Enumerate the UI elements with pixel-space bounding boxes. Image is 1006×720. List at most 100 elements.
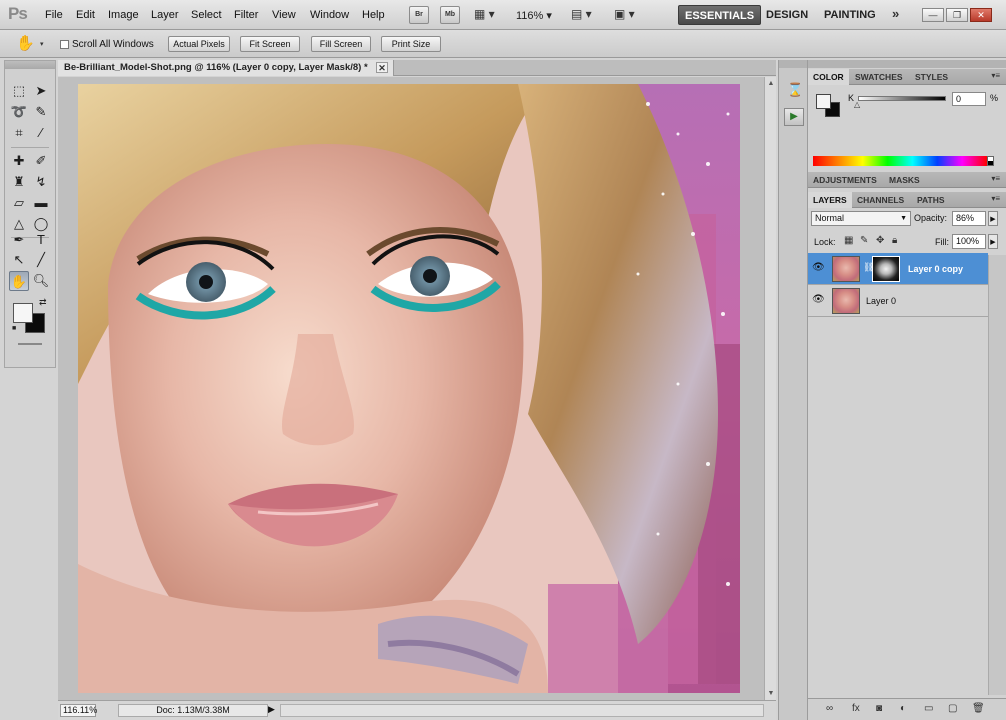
layer-row[interactable]: 👁︎ Layer 0 (808, 285, 988, 317)
tab-paths[interactable]: PATHS (912, 192, 950, 208)
add-mask-icon[interactable]: ◙ (876, 703, 882, 714)
panel-menu-icon[interactable]: ▾≡ (991, 71, 1000, 80)
menu-view[interactable]: View (272, 9, 296, 21)
actual-pixels-button[interactable]: Actual Pixels (168, 36, 230, 52)
delete-layer-icon[interactable]: 🗑︎ (972, 703, 985, 714)
menu-image[interactable]: Image (108, 9, 139, 21)
history-brush-tool-icon[interactable]: ↯ (31, 172, 51, 192)
gradient-tool-icon[interactable]: ▬ (31, 193, 51, 213)
type-tool-icon[interactable]: T (31, 230, 51, 250)
layer-thumbnail[interactable] (832, 288, 860, 314)
close-window-button[interactable]: ✕ (970, 8, 992, 22)
layer-row[interactable]: 👁︎ ⛓ Layer 0 copy (808, 253, 988, 285)
document-tab[interactable]: Be-Brilliant_Model-Shot.png @ 116% (Laye… (58, 60, 394, 76)
layer-thumbnail[interactable] (832, 256, 860, 282)
new-group-icon[interactable]: ▭ (924, 703, 933, 714)
fill-screen-button[interactable]: Fill Screen (311, 36, 371, 52)
quick-selection-tool-icon[interactable]: ✎ (31, 102, 51, 122)
tab-color[interactable]: COLOR (808, 69, 849, 85)
layers-scrollbar[interactable] (988, 255, 1006, 695)
menu-window[interactable]: Window (310, 9, 349, 21)
clone-stamp-tool-icon[interactable]: ♜ (9, 172, 29, 192)
document-image[interactable] (78, 84, 740, 693)
panel-menu-icon[interactable]: ▾≡ (991, 174, 1000, 183)
arrange-documents-icon[interactable]: ▤ ▾ (571, 7, 592, 21)
new-layer-icon[interactable]: ▢ (948, 703, 957, 714)
strip-grip[interactable] (779, 60, 807, 68)
k-slider-thumb-icon[interactable]: △ (854, 100, 860, 109)
blend-mode-select[interactable]: Normal ▼ (811, 211, 911, 226)
color-spectrum-bar[interactable] (813, 156, 987, 166)
workspace-painting[interactable]: PAINTING (818, 5, 882, 25)
black-white-swatch[interactable] (987, 156, 994, 166)
swap-colors-icon[interactable]: ⇄ (39, 297, 47, 308)
pen-tool-icon[interactable]: ✒ (9, 230, 29, 250)
toolbox-grip[interactable] (5, 61, 55, 69)
move-tool-icon[interactable]: ➤ (31, 81, 51, 101)
menu-help[interactable]: Help (362, 9, 385, 21)
shape-tool-icon[interactable]: ╱ (31, 250, 51, 270)
marquee-tool-icon[interactable]: ⬚ (9, 81, 29, 101)
tool-preset-caret-icon[interactable]: ▾ (40, 40, 44, 48)
canvas-area[interactable] (58, 77, 764, 700)
path-selection-tool-icon[interactable]: ↖ (9, 250, 29, 270)
eye-icon[interactable]: 👁︎ (812, 262, 825, 273)
tab-layers[interactable]: LAYERS (808, 192, 852, 208)
fill-field[interactable]: 100% (952, 234, 986, 249)
k-channel-slider[interactable] (858, 96, 946, 101)
checkbox-box[interactable] (60, 40, 69, 49)
bridge-button[interactable]: Br (409, 6, 429, 24)
default-colors-icon[interactable]: ■ (12, 325, 16, 332)
eye-icon[interactable]: 👁︎ (812, 294, 825, 305)
panel-menu-icon[interactable]: ▾≡ (991, 194, 1000, 203)
eraser-tool-icon[interactable]: ▱ (9, 193, 29, 213)
tab-styles[interactable]: STYLES (910, 69, 953, 85)
menu-filter[interactable]: Filter (234, 9, 258, 21)
eyedropper-tool-icon[interactable]: ⁄ (31, 123, 51, 143)
spot-healing-tool-icon[interactable]: ✚ (9, 151, 29, 171)
quick-mask-icon[interactable] (18, 343, 42, 345)
close-document-icon[interactable]: ✕ (376, 62, 388, 73)
menu-layer[interactable]: Layer (151, 9, 179, 21)
lock-position-icon[interactable]: ✥ (876, 235, 884, 246)
history-panel-icon[interactable]: ⌛ (787, 82, 803, 98)
horizontal-scrollbar[interactable] (280, 704, 764, 717)
layer-style-icon[interactable]: fx (852, 703, 860, 714)
restore-button[interactable]: ❐ (946, 8, 968, 22)
zoom-level-select[interactable]: 116% ▾ (516, 9, 552, 22)
zoom-tool-icon[interactable]: 🔍︎ (31, 271, 51, 291)
lasso-tool-icon[interactable]: ➰ (9, 102, 29, 122)
hand-tool-icon[interactable]: ✋ (9, 271, 29, 291)
fill-stepper-icon[interactable]: ▶ (988, 234, 998, 249)
menu-select[interactable]: Select (191, 9, 222, 21)
scroll-down-icon[interactable]: ▼ (766, 690, 776, 697)
scroll-up-icon[interactable]: ▲ (766, 80, 776, 87)
scroll-all-windows-checkbox[interactable]: Scroll All Windows (60, 39, 154, 50)
hand-tool-preset-icon[interactable]: ✋ (16, 34, 35, 52)
view-extras-icon[interactable]: ▦ ▾ (474, 7, 495, 21)
lock-image-icon[interactable]: ✎ (860, 235, 868, 246)
menu-file[interactable]: File (45, 9, 63, 21)
k-channel-value[interactable]: 0 (952, 92, 986, 106)
workspace-design[interactable]: DESIGN (760, 5, 814, 25)
opacity-field[interactable]: 86% (952, 211, 986, 226)
crop-tool-icon[interactable]: ⌗ (9, 123, 29, 143)
adjustment-layer-icon[interactable]: ◐ (900, 703, 906, 714)
tab-adjustments[interactable]: ADJUSTMENTS (808, 172, 882, 188)
fit-screen-button[interactable]: Fit Screen (240, 36, 300, 52)
color-panel-foreground-swatch[interactable] (816, 94, 831, 109)
tab-masks[interactable]: MASKS (884, 172, 925, 188)
actions-panel-icon[interactable]: ▶ (784, 108, 804, 126)
lock-transparent-icon[interactable]: ▦ (844, 235, 853, 246)
opacity-stepper-icon[interactable]: ▶ (988, 211, 998, 226)
layer-mask-thumbnail[interactable] (872, 256, 900, 282)
minibridge-button[interactable]: Mb (440, 6, 460, 24)
vertical-scrollbar[interactable]: ▲ ▼ (764, 77, 776, 700)
screen-mode-icon[interactable]: ▣ ▾ (614, 7, 635, 21)
brush-tool-icon[interactable]: ✐ (31, 151, 51, 171)
lock-all-icon[interactable]: 🔒︎ (892, 235, 897, 246)
layer-name[interactable]: Layer 0 (866, 296, 896, 306)
tab-channels[interactable]: CHANNELS (852, 192, 909, 208)
foreground-color-swatch[interactable] (13, 303, 33, 323)
panel-dock-grip[interactable] (808, 60, 1006, 68)
